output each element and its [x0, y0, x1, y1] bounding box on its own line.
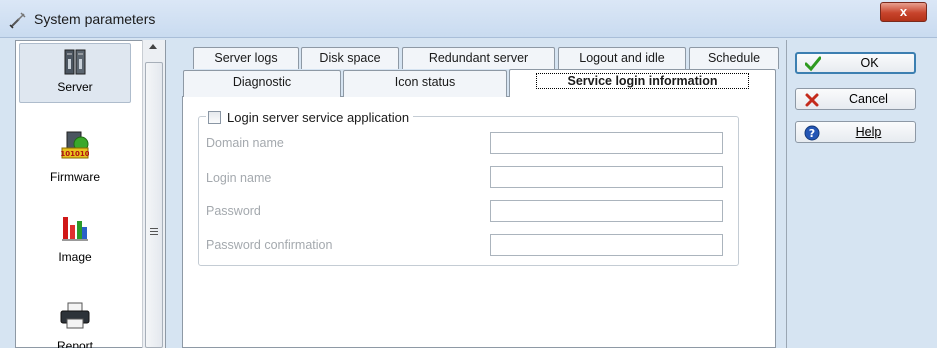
scroll-grip-icon: [150, 228, 158, 237]
ok-label: OK: [860, 56, 879, 70]
server-icon: [64, 49, 86, 75]
groupbox-header: Login server service application: [206, 108, 414, 126]
login-name-input[interactable]: [490, 166, 723, 188]
wrench-icon: [9, 12, 26, 29]
tab-logout-and-idle[interactable]: Logout and idle: [558, 47, 686, 69]
nav-item-report[interactable]: Report: [19, 302, 131, 348]
help-button[interactable]: ? Help: [795, 121, 916, 143]
nav-item-label: Report: [56, 339, 94, 348]
tab-service-login-information[interactable]: Service login information: [509, 69, 776, 97]
title-bar: System parameters x: [0, 0, 937, 38]
tab-disk-space[interactable]: Disk space: [301, 47, 399, 69]
cancel-label: Cancel: [849, 92, 888, 106]
password-label: Password: [206, 204, 261, 218]
window-title: System parameters: [34, 11, 156, 27]
svg-text:101010: 101010: [61, 150, 89, 158]
tab-server-logs[interactable]: Server logs: [193, 47, 299, 69]
nav-scrollbar[interactable]: [142, 40, 165, 348]
nav-item-label: Server: [57, 80, 93, 94]
close-button[interactable]: x: [880, 2, 927, 22]
password-confirmation-label: Password confirmation: [206, 238, 333, 252]
domain-name-label: Domain name: [206, 136, 284, 150]
scroll-thumb[interactable]: [145, 62, 163, 348]
password-confirmation-input[interactable]: [490, 234, 723, 256]
login-service-checkbox[interactable]: [208, 110, 221, 124]
panel-divider: [786, 40, 787, 348]
nav-item-label: Firmware: [50, 170, 100, 184]
tab-redundant-server[interactable]: Redundant server: [402, 47, 555, 69]
tab-label: Service login information: [536, 73, 749, 89]
tab-diagnostic[interactable]: Diagnostic: [183, 70, 341, 97]
ok-button[interactable]: OK: [795, 52, 916, 74]
tab-schedule[interactable]: Schedule: [689, 47, 779, 69]
nav-item-server[interactable]: Server: [19, 43, 131, 103]
nav-item-label: Image: [58, 250, 92, 264]
scroll-up-arrow-icon[interactable]: [149, 44, 157, 49]
nav-item-image[interactable]: Image: [19, 214, 131, 264]
cancel-button[interactable]: Cancel: [795, 88, 916, 110]
checkbox-label: Login server service application: [227, 109, 410, 125]
password-input[interactable]: [490, 200, 723, 222]
nav-item-firmware[interactable]: 101010 Firmware: [19, 130, 131, 184]
tab-icon-status[interactable]: Icon status: [343, 70, 507, 97]
printer-icon: [60, 302, 90, 329]
help-label: Help: [855, 125, 882, 139]
login-name-label: Login name: [206, 171, 272, 185]
firmware-icon: 101010: [61, 131, 89, 159]
image-chart-icon: [62, 217, 88, 241]
domain-name-input[interactable]: [490, 132, 723, 154]
